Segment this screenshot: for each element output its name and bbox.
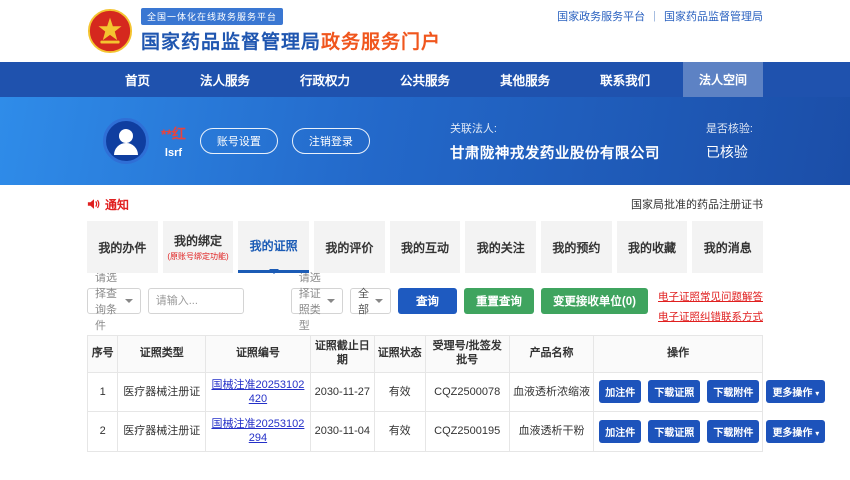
col-header-no: 序号: [88, 336, 118, 373]
platform-badge: 全国一体化在线政务服务平台: [141, 8, 283, 25]
download-cert-button[interactable]: 下载证照: [648, 380, 700, 403]
tab-my-follows[interactable]: 我的关注: [465, 221, 536, 273]
speaker-icon: [87, 197, 101, 211]
tab-my-interaction[interactable]: 我的互动: [390, 221, 461, 273]
account-settings-button[interactable]: 账号设置: [200, 128, 278, 154]
col-header-product: 产品名称: [509, 336, 593, 373]
notice-bar: 通知 国家局批准的药品注册证书: [87, 194, 763, 214]
row-cert-type: 医疗器械注册证: [118, 412, 206, 452]
top-header: 全国一体化在线政务服务平台 国家药品监督管理局政务服务门户 国家政务服务平台 |…: [0, 0, 850, 62]
tab-my-binding[interactable]: 我的绑定 (原账号绑定功能): [163, 221, 234, 273]
row-expiry-date: 2030-11-27: [310, 372, 374, 412]
download-attachment-button[interactable]: 下载附件: [707, 380, 759, 403]
user-banner: **红 lsrf 账号设置 注销登录 关联法人: 甘肃陇神戎发药业股份有限公司 …: [0, 97, 850, 185]
site-title-accent: 政务服务门户: [321, 32, 441, 53]
notice-message[interactable]: 国家局批准的药品注册证书: [631, 196, 763, 212]
verify-label: 是否核验:: [706, 120, 753, 136]
table-row: 2 医疗器械注册证 国械注准20253102294 2030-11-04 有效 …: [88, 412, 763, 452]
certificate-type-select[interactable]: 请选择证照类型: [291, 288, 343, 314]
chevron-down-icon: [125, 299, 133, 307]
row-status: 有效: [374, 412, 425, 452]
row-product-name: 血液透析干粉: [509, 412, 593, 452]
tab-my-favorites[interactable]: 我的收藏: [617, 221, 688, 273]
legal-person-space-button[interactable]: 法人空间: [683, 62, 763, 97]
annotate-button[interactable]: 加注件: [599, 380, 641, 403]
avatar-person-icon: [119, 129, 133, 143]
link-nmpa[interactable]: 国家药品监督管理局: [664, 8, 763, 24]
main-content: 通知 国家局批准的药品注册证书 我的办件 我的绑定 (原账号绑定功能) 我的证照…: [0, 194, 850, 452]
keyword-input[interactable]: [148, 288, 244, 314]
download-cert-button[interactable]: 下载证照: [648, 420, 700, 443]
reset-button[interactable]: 重置查询: [464, 288, 534, 314]
tabs-bar: 我的办件 我的绑定 (原账号绑定功能) 我的证照 我的评价 我的互动 我的关注 …: [87, 221, 763, 273]
more-actions-button[interactable]: 更多操作 ▾: [766, 420, 825, 443]
tab-my-appointments[interactable]: 我的预约: [541, 221, 612, 273]
col-header-expiry: 证照截止日期: [310, 336, 374, 373]
tab-my-items[interactable]: 我的办件: [87, 221, 158, 273]
query-condition-select[interactable]: 请选择查询条件: [87, 288, 141, 314]
cert-number-link[interactable]: 国械注准20253102294: [211, 418, 304, 444]
scope-select[interactable]: 全部: [350, 288, 391, 314]
col-header-status: 证照状态: [374, 336, 425, 373]
chevron-down-icon: ▾: [815, 429, 819, 438]
site-title-main: 国家药品监督管理局: [141, 32, 321, 53]
row-accept-no: CQZ2500078: [425, 372, 509, 412]
table-header-row: 序号 证照类型 证照编号 证照截止日期 证照状态 受理号/批签发批号 产品名称 …: [88, 336, 763, 373]
page-title: 国家药品监督管理局政务服务门户: [141, 27, 441, 54]
avatar: [103, 118, 149, 164]
top-links: 国家政务服务平台 | 国家药品监督管理局: [557, 8, 763, 24]
search-button[interactable]: 查询: [398, 288, 457, 314]
verify-status-value: 已核验: [706, 142, 753, 162]
cert-correction-link[interactable]: 电子证照纠错联系方式: [658, 309, 763, 324]
active-tab-pointer: [269, 269, 279, 279]
logout-button[interactable]: 注销登录: [292, 128, 370, 154]
col-header-accept-no: 受理号/批签发批号: [425, 336, 509, 373]
filter-bar: 请选择查询条件 请选择证照类型 全部 查询 重置查询 变更接收单位(0) 电子证…: [87, 288, 763, 324]
notice-label: 通知: [105, 196, 129, 213]
row-cert-type: 医疗器械注册证: [118, 372, 206, 412]
change-receiver-button[interactable]: 变更接收单位(0): [541, 288, 648, 314]
row-accept-no: CQZ2500195: [425, 412, 509, 452]
nav-item-home[interactable]: 首页: [125, 70, 150, 89]
nav-item-contact-us[interactable]: 联系我们: [600, 70, 650, 89]
nav-item-legal-services[interactable]: 法人服务: [200, 70, 250, 89]
row-status: 有效: [374, 372, 425, 412]
chevron-down-icon: ▾: [815, 389, 819, 398]
link-national-gov-platform[interactable]: 国家政务服务平台: [557, 8, 645, 24]
nav-item-other-services[interactable]: 其他服务: [500, 70, 550, 89]
tab-my-binding-note: (原账号绑定功能): [167, 251, 228, 262]
tab-my-evaluation[interactable]: 我的评价: [314, 221, 385, 273]
table-row: 1 医疗器械注册证 国械注准20253102420 2030-11-27 有效 …: [88, 372, 763, 412]
certificates-table: 序号 证照类型 证照编号 证照截止日期 证照状态 受理号/批签发批号 产品名称 …: [87, 335, 763, 452]
cert-faq-link[interactable]: 电子证照常见问题解答: [658, 289, 763, 304]
tab-my-certificates[interactable]: 我的证照: [238, 221, 309, 273]
nav-item-public-services[interactable]: 公共服务: [400, 70, 450, 89]
nav-item-administrative-power[interactable]: 行政权力: [300, 70, 350, 89]
row-no: 2: [88, 412, 118, 452]
related-legal-label: 关联法人:: [450, 120, 660, 136]
row-expiry-date: 2030-11-04: [310, 412, 374, 452]
row-no: 1: [88, 372, 118, 412]
national-emblem-icon: [87, 8, 133, 54]
chevron-down-icon: [327, 299, 335, 307]
col-header-operations: 操作: [594, 336, 763, 373]
chevron-down-icon: [375, 299, 383, 307]
annotate-button[interactable]: 加注件: [599, 420, 641, 443]
row-product-name: 血液透析浓缩液: [509, 372, 593, 412]
main-nav: 首页 法人服务 行政权力 公共服务 其他服务 联系我们 法人空间: [0, 62, 850, 97]
tab-my-messages[interactable]: 我的消息: [692, 221, 763, 273]
more-actions-button[interactable]: 更多操作 ▾: [766, 380, 825, 403]
download-attachment-button[interactable]: 下载附件: [707, 420, 759, 443]
top-links-divider: |: [653, 10, 656, 22]
col-header-type: 证照类型: [118, 336, 206, 373]
cert-number-link[interactable]: 国械注准20253102420: [211, 379, 304, 405]
col-header-number: 证照编号: [206, 336, 311, 373]
related-legal-value: 甘肃陇神戎发药业股份有限公司: [450, 142, 660, 163]
masked-user-name: **红: [161, 124, 186, 144]
username: lsrf: [165, 147, 182, 159]
